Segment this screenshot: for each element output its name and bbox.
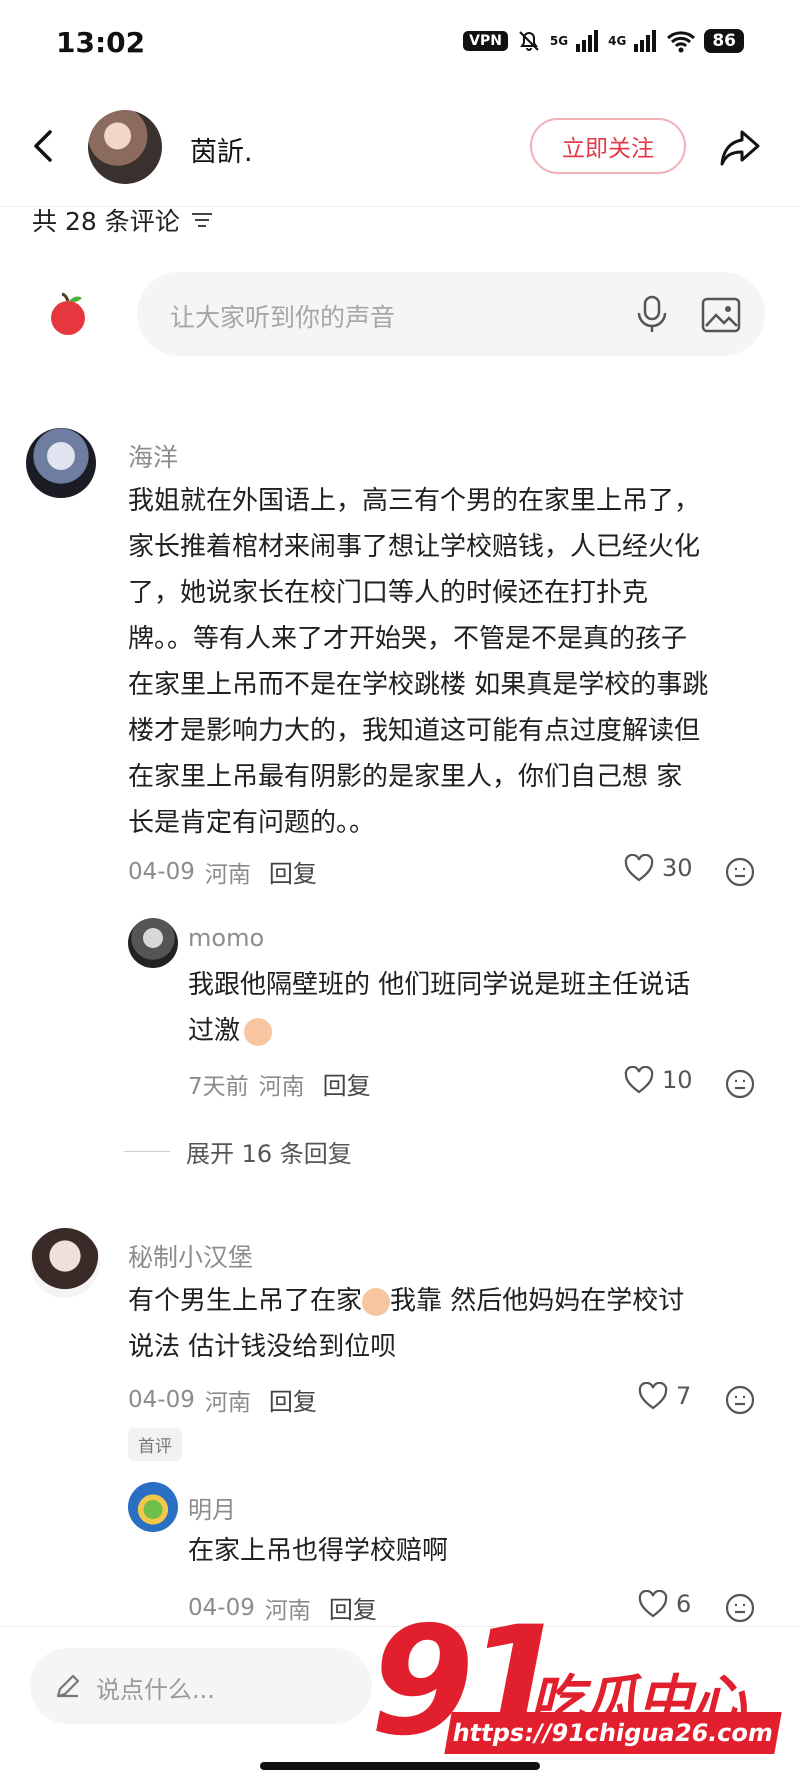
signal-4g-label: 4G bbox=[608, 34, 627, 48]
comment-text: 有个男生上吊了在家 我靠 然后他妈妈在学校讨说法 估计钱没给到位呗 bbox=[128, 1278, 778, 1370]
reply-text: 在家上吊也得学校赔啊 bbox=[188, 1536, 449, 1566]
microphone-icon[interactable] bbox=[630, 292, 674, 336]
like-count: 7 bbox=[676, 1382, 692, 1410]
bottom-input-placeholder: 说点什么... bbox=[96, 1676, 215, 1704]
heart-icon bbox=[624, 1066, 654, 1094]
reply-meta: 7天前 河南 回复 bbox=[188, 1066, 371, 1101]
like-button[interactable]: 30 bbox=[624, 854, 693, 882]
comment-text-part-a: 有个男生上吊了在家 bbox=[128, 1286, 363, 1316]
comment-count-text: 共 28 条评论 bbox=[32, 207, 180, 236]
comment-meta: 04-09 河南 回复 bbox=[128, 854, 317, 889]
like-button[interactable]: 6 bbox=[638, 1590, 691, 1618]
reply-region: 河南 bbox=[264, 1597, 311, 1624]
signal-icon bbox=[576, 30, 599, 52]
like-count: 10 bbox=[662, 1066, 693, 1094]
reply-text: 我跟他隔壁班的 他们班同学说是班主任说话 过激 bbox=[188, 962, 768, 1054]
first-comment-tag: 首评 bbox=[128, 1428, 182, 1461]
reply-button[interactable]: 回复 bbox=[269, 1382, 317, 1417]
status-time: 13:02 bbox=[56, 26, 146, 59]
expand-replies-label: 展开 16 条回复 bbox=[186, 1140, 352, 1168]
crying-emoji-icon bbox=[244, 1017, 273, 1046]
reply-avatar[interactable] bbox=[128, 1482, 178, 1532]
comment-input-placeholder: 让大家听到你的声音 bbox=[170, 303, 396, 332]
comment-region: 河南 bbox=[204, 1389, 251, 1416]
expand-replies-button[interactable]: 展开 16 条回复 bbox=[124, 1134, 352, 1169]
reply-region: 河南 bbox=[258, 1073, 305, 1100]
like-button[interactable]: 10 bbox=[624, 1066, 693, 1094]
comment-avatar[interactable] bbox=[26, 428, 96, 498]
comment-text-part-c: 说法 估计钱没给到位呗 bbox=[128, 1332, 397, 1362]
reply-author-name[interactable]: momo bbox=[188, 924, 264, 952]
like-count: 6 bbox=[676, 1590, 692, 1618]
emoji-react-icon[interactable] bbox=[724, 856, 756, 888]
wifi-icon bbox=[667, 31, 696, 53]
image-icon[interactable] bbox=[698, 292, 744, 338]
heart-icon bbox=[638, 1590, 668, 1618]
watermark-url: https://91chigua26.com bbox=[444, 1712, 782, 1754]
reply-avatar[interactable] bbox=[128, 918, 178, 968]
emoji-react-icon[interactable] bbox=[724, 1592, 756, 1624]
comment-date: 04-09 bbox=[128, 858, 195, 885]
signal-5g-label: 5G bbox=[549, 34, 569, 48]
comment-text: 我姐就在外国语上，高三有个男的在家里上吊了， 家长推着棺材来闹事了想让学校赔钱，… bbox=[128, 486, 709, 838]
apple-icon bbox=[51, 292, 85, 335]
reply-button[interactable]: 回复 bbox=[269, 854, 317, 889]
signal-icon-2 bbox=[634, 30, 657, 52]
emoji-react-icon[interactable] bbox=[724, 1068, 756, 1100]
home-indicator[interactable] bbox=[260, 1762, 540, 1770]
reply-meta: 04-09 河南 回复 bbox=[188, 1590, 377, 1625]
comment-count: 共 28 条评论 bbox=[32, 202, 214, 238]
crying-emoji-icon bbox=[362, 1287, 391, 1316]
sort-icon[interactable] bbox=[190, 210, 214, 230]
comment-avatar[interactable] bbox=[30, 1228, 100, 1298]
heart-icon bbox=[624, 854, 654, 882]
back-arrow-icon[interactable] bbox=[24, 126, 64, 166]
pencil-icon bbox=[56, 1674, 80, 1698]
author-avatar[interactable] bbox=[88, 110, 162, 184]
reply-date: 04-09 bbox=[188, 1594, 255, 1621]
comment-author-name[interactable]: 秘制小汉堡 bbox=[128, 1238, 253, 1274]
comment-date: 04-09 bbox=[128, 1386, 195, 1413]
heart-icon bbox=[638, 1382, 668, 1410]
mute-bell-icon bbox=[519, 31, 539, 51]
comment-region: 河南 bbox=[204, 861, 251, 888]
expand-line bbox=[124, 1151, 170, 1152]
reply-date: 7天前 bbox=[188, 1073, 249, 1100]
like-button[interactable]: 7 bbox=[638, 1382, 691, 1410]
reply-author-name[interactable]: 明月 bbox=[188, 1490, 236, 1525]
vpn-badge: VPN bbox=[463, 31, 508, 51]
emoji-react-icon[interactable] bbox=[724, 1384, 756, 1416]
comment-meta: 04-09 河南 回复 bbox=[128, 1382, 317, 1417]
author-name[interactable]: 茵訢. bbox=[190, 130, 253, 169]
comment-author-name[interactable]: 海洋 bbox=[128, 438, 178, 474]
status-icons: VPN 5G 4G 86 bbox=[463, 28, 744, 54]
reply-button[interactable]: 回复 bbox=[323, 1066, 371, 1101]
like-count: 30 bbox=[662, 854, 693, 882]
battery-indicator: 86 bbox=[704, 29, 744, 53]
share-icon[interactable] bbox=[716, 124, 764, 172]
comment-text-part-b: 我靠 然后他妈妈在学校讨 bbox=[390, 1286, 685, 1316]
follow-button[interactable]: 立即关注 bbox=[530, 118, 686, 174]
